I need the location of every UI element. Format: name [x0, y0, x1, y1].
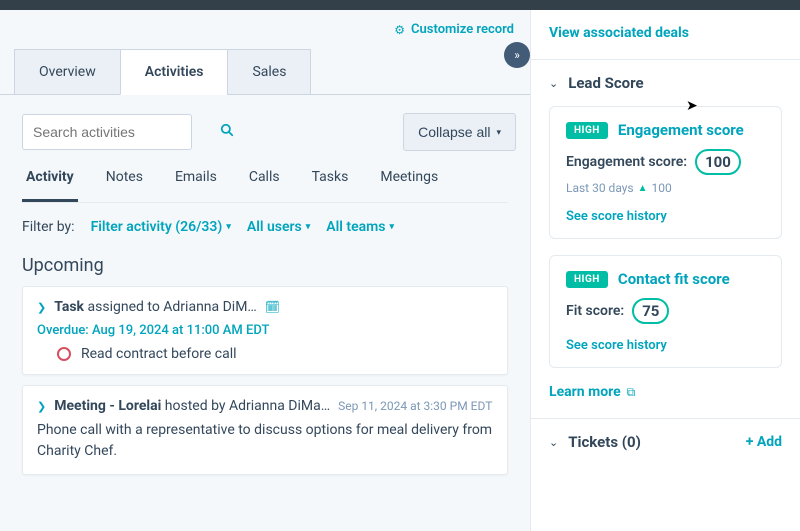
task-type: Task [54, 299, 84, 315]
trend-prefix: Last 30 days [566, 181, 634, 195]
tab-overview[interactable]: Overview [14, 49, 121, 95]
engagement-history-link[interactable]: See score history [566, 209, 765, 224]
meeting-description: Phone call with a representative to disc… [37, 420, 493, 462]
collapse-all-button[interactable]: Collapse all ▾ [403, 113, 516, 151]
meeting-title: Meeting - Lorelai [54, 398, 161, 414]
main-panel: ⚙ Customize record Overview Activities S… [0, 10, 530, 531]
chevron-down-icon: ▾ [390, 222, 395, 232]
search-activities-input-wrap[interactable] [22, 114, 192, 150]
trend-up-icon: ▲ [638, 183, 648, 194]
activity-subtabs: Activity Notes Emails Calls Tasks Meetin… [22, 169, 508, 203]
chevron-right-icon[interactable]: ❯ [37, 400, 46, 413]
filter-users-dropdown[interactable]: All users▾ [247, 219, 310, 235]
engagement-score-name[interactable]: Engagement score [618, 121, 744, 139]
task-body-text: Read contract before call [81, 346, 237, 362]
learn-more-link[interactable]: Learn more [549, 384, 621, 400]
filter-by-label: Filter by: [22, 219, 75, 235]
upcoming-heading: Upcoming [22, 255, 508, 276]
tickets-title: Tickets (0) [568, 433, 641, 451]
tab-sales[interactable]: Sales [227, 49, 311, 95]
chevron-right-icon[interactable]: ❯ [37, 301, 46, 314]
expand-sidebar-button[interactable]: » [504, 42, 530, 68]
task-card[interactable]: ❯ Task assigned to Adrianna DiM… 🗓 Overd… [22, 286, 508, 375]
fit-history-link[interactable]: See score history [566, 338, 765, 353]
fit-badge: HIGH [566, 271, 608, 288]
view-associated-deals-link[interactable]: View associated deals [549, 25, 689, 41]
meeting-card[interactable]: ❯ Meeting - Lorelai hosted by Adrianna D… [22, 385, 508, 475]
meeting-date: Sep 11, 2024 at 3:30 PM EDT [338, 399, 492, 413]
filter-bar: Filter by: Filter activity (26/33)▾ All … [22, 219, 508, 235]
lead-score-title: Lead Score [568, 74, 643, 92]
right-sidebar: View associated deals ⌄ Lead Score HIGH … [530, 10, 800, 531]
calendar-icon: 🗓 [265, 300, 280, 314]
subtab-activity[interactable]: Activity [22, 169, 78, 202]
subtab-emails[interactable]: Emails [171, 169, 221, 202]
search-input[interactable] [33, 124, 214, 140]
subtab-meetings[interactable]: Meetings [376, 169, 442, 202]
engagement-score-value: 100 [695, 149, 741, 175]
engagement-badge: HIGH [566, 122, 608, 139]
subtab-tasks[interactable]: Tasks [308, 169, 353, 202]
trend-value: 100 [652, 181, 672, 195]
engagement-score-label: Engagement score: [566, 154, 687, 170]
chevron-down-icon: ▾ [306, 222, 311, 232]
double-chevron-right-icon: » [514, 48, 520, 62]
tickets-section-header[interactable]: ⌄ Tickets (0) + Add [531, 419, 800, 465]
chevron-down-icon: ▾ [226, 222, 231, 232]
engagement-score-card: HIGH Engagement score Engagement score: … [549, 106, 782, 239]
app-header-bar [0, 0, 800, 10]
collapse-all-label: Collapse all [418, 124, 490, 140]
task-overdue: Overdue: Aug 19, 2024 at 11:00 AM EDT [37, 323, 269, 338]
fit-score-card: HIGH Contact fit score Fit score: 75 See… [549, 255, 782, 368]
chevron-down-icon[interactable]: ⌄ [549, 77, 558, 90]
subtab-notes[interactable]: Notes [102, 169, 147, 202]
search-icon [220, 123, 234, 141]
meeting-host: hosted by Adrianna DiMa… [165, 398, 330, 414]
fit-score-label: Fit score: [566, 303, 624, 319]
fit-score-name[interactable]: Contact fit score [618, 270, 730, 288]
record-tabs: Overview Activities Sales [14, 49, 516, 95]
subtab-calls[interactable]: Calls [245, 169, 284, 202]
tab-activities[interactable]: Activities [120, 49, 229, 95]
fit-score-value: 75 [632, 298, 669, 324]
filter-teams-dropdown[interactable]: All teams▾ [326, 219, 394, 235]
chevron-down-icon[interactable]: ⌄ [549, 436, 558, 449]
customize-record-link[interactable]: Customize record [411, 22, 514, 37]
task-complete-toggle[interactable] [57, 347, 71, 361]
lead-score-section-header[interactable]: ⌄ Lead Score [531, 60, 800, 106]
chevron-down-icon: ▾ [496, 127, 501, 138]
filter-activity-dropdown[interactable]: Filter activity (26/33)▾ [91, 219, 231, 235]
task-assignee: assigned to Adrianna DiM… [88, 299, 257, 315]
add-ticket-button[interactable]: + Add [746, 434, 782, 450]
external-link-icon: ⧉ [627, 385, 636, 400]
gear-icon: ⚙ [394, 23, 405, 37]
